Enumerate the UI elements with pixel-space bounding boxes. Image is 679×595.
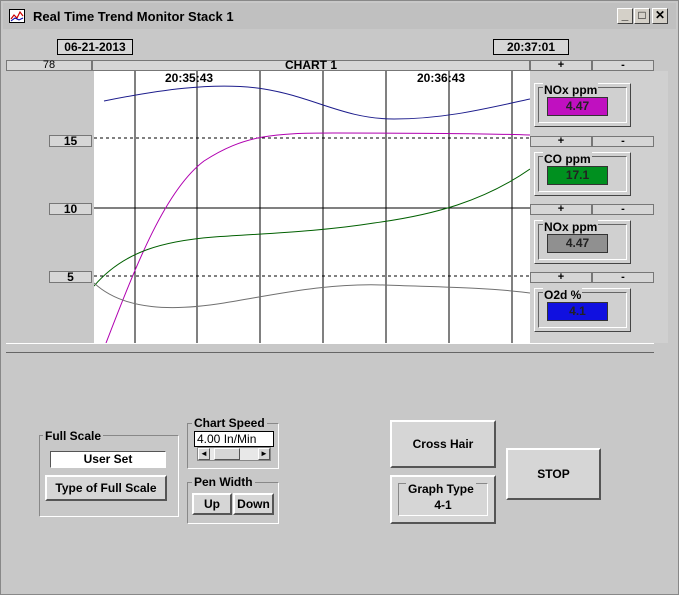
channel-meter-o2d[interactable]: O2d % 4.1 [534,288,631,332]
channel-meter-nox-1[interactable]: NOx ppm 4.47 [534,83,631,127]
chart-speed-label: Chart Speed [192,416,267,430]
chart-title: CHART 1 [92,59,530,71]
y-label-15: 15 [49,135,92,147]
full-scale-value: User Set [50,451,166,468]
ch1-plus-button[interactable]: + [530,60,592,71]
trace-nox [94,168,530,287]
channel-value: 4.1 [547,302,608,321]
channel-meter-nox-2[interactable]: NOx ppm 4.47 [534,220,631,264]
left-arrow-icon[interactable]: ◄ [198,448,210,460]
scroll-label: 78 [42,59,56,71]
ch3-plus-button[interactable]: + [530,204,592,215]
trace-co [105,132,530,343]
maximize-button[interactable]: □ [634,8,650,24]
time-display: 20:37:01 [493,39,569,55]
channel-label: NOx ppm [543,83,599,97]
channel-label: O2d % [543,288,583,302]
ch4-minus-button[interactable]: - [592,272,654,283]
chart-scrollbar[interactable]: 78 [6,60,92,71]
pen-width-up-button[interactable]: Up [192,493,232,515]
channel-value: 4.47 [547,97,608,116]
ch1-minus-button[interactable]: - [592,60,654,71]
ch4-plus-button[interactable]: + [530,272,592,283]
graph-type-button[interactable]: Graph Type 4-1 [390,475,496,524]
minimize-button[interactable]: _ [617,8,633,24]
channel-label: CO ppm [543,152,592,166]
type-of-full-scale-button[interactable]: Type of Full Scale [45,475,167,501]
chart-speed-slider[interactable]: ◄ ► [197,447,271,461]
trend-chart-icon [9,9,25,23]
y-label-10: 10 [49,203,92,215]
pen-width-label: Pen Width [192,475,255,489]
channel-value: 17.1 [547,166,608,185]
y-label-5: 5 [49,271,92,283]
main-window: Real Time Trend Monitor Stack 1 _ □ ✕ 06… [0,0,679,595]
trend-plot-svg [94,71,530,343]
full-scale-label: Full Scale [43,429,104,443]
ch2-plus-button[interactable]: + [530,136,592,147]
chart-speed-value: 4.00 In/Min [194,431,274,447]
timestamp-2: 20:36:43 [417,71,466,85]
cross-hair-button[interactable]: Cross Hair [390,420,496,468]
pen-width-down-button[interactable]: Down [233,493,274,515]
slider-thumb[interactable] [214,448,240,460]
graph-type-label: Graph Type [406,482,476,496]
right-arrow-icon[interactable]: ► [258,448,270,460]
trace-o2d [94,282,530,309]
trace-nox-top [103,85,530,120]
channel-label: NOx ppm [543,220,599,234]
window-title: Real Time Trend Monitor Stack 1 [33,9,234,24]
channel-meter-co[interactable]: CO ppm 17.1 [534,152,631,196]
close-button[interactable]: ✕ [652,8,668,24]
channel-value: 4.47 [547,234,608,253]
title-bar: Real Time Trend Monitor Stack 1 _ □ ✕ [3,3,676,29]
trend-plot[interactable] [94,71,530,343]
date-display: 06-21-2013 [57,39,133,55]
ch3-minus-button[interactable]: - [592,204,654,215]
stop-button[interactable]: STOP [506,448,601,500]
ch2-minus-button[interactable]: - [592,136,654,147]
chart-hscroll[interactable] [6,343,654,353]
graph-type-value: 4-1 [434,498,452,512]
timestamp-1: 20:35:43 [165,71,214,85]
